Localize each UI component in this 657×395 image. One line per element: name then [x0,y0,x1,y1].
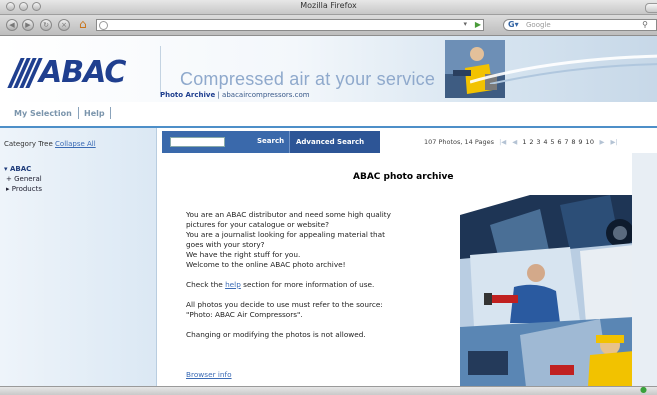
help-link[interactable]: help [225,280,241,289]
browser-info-link[interactable]: Browser info [186,370,232,379]
site-url-label: | abacaircompressors.com [217,91,310,99]
source-paragraph: All photos you decide to use must refer … [186,300,451,320]
page-numbers[interactable]: 1 2 3 4 5 6 7 8 9 10 [522,138,594,146]
tree-item-label: Products [11,185,42,193]
tree-plus-icon[interactable]: + [6,175,12,183]
category-tree: ▾ ABAC + General ▸ Products [4,164,42,194]
main-content: ABAC photo archive You are an ABAC distr… [162,153,634,387]
stop-button[interactable]: × [58,19,70,31]
category-tree-title: Category Tree [4,140,53,148]
modify-paragraph: Changing or modifying the photos is not … [186,330,366,339]
window-title: Mozilla Firefox [300,1,357,10]
photo-collage-icon [460,195,634,387]
content-right-edge [632,153,657,386]
nav-help[interactable]: Help [84,109,105,118]
tree-item-products[interactable]: ▸ Products [4,184,42,194]
prev-page-icon[interactable]: ◀ [512,138,517,146]
header-divider [160,46,161,94]
intro-text: You are an ABAC distributor and need som… [186,210,451,350]
site-nav: My Selection Help [0,102,657,128]
status-icon: ● [640,385,647,394]
last-page-icon[interactable]: ▶| [611,138,618,146]
page-favicon-icon [99,21,108,30]
nav-my-selection[interactable]: My Selection [14,109,72,118]
reload-button[interactable]: ↻ [40,19,52,31]
advanced-search-box: Advanced Search [289,131,380,153]
tree-collapsed-icon[interactable]: ▸ [6,185,10,193]
page-title: ABAC photo archive [353,172,454,182]
nav-divider [78,107,79,119]
browser-toolbar: ◀ ▶ ↻ × ⌂ ▾ ▶ G▾ Google ⚲ [0,15,657,36]
abac-logo[interactable]: ABAC [7,55,126,90]
intro-line: We have the right stuff for you. [186,250,301,259]
source-line: All photos you decide to use must refer … [186,300,383,309]
tree-item-general[interactable]: + General [4,174,42,184]
window-titlebar: Mozilla Firefox [0,0,657,15]
pagination: 107 Photos, 14 Pages |◀ ◀ 1 2 3 4 5 6 7 8… [424,138,621,146]
tree-item-label: General [14,175,42,183]
nav-divider [110,107,111,119]
intro-line: Welcome to the online ABAC photo archive… [186,260,346,269]
forward-button[interactable]: ▶ [22,19,34,31]
help-paragraph: Check the help section for more informat… [186,280,451,290]
header-subtitle: Photo Archive | abacaircompressors.com [160,91,310,99]
header-tagline: Compressed air at your service [180,69,436,89]
site-header: ABAC Compressed air at your service Phot… [0,36,657,102]
go-arrow-icon[interactable]: ▶ [475,20,481,29]
advanced-search-button[interactable]: Advanced Search [296,138,364,146]
google-icon: G▾ [508,20,519,29]
intro-line: You are a journalist looking for appeali… [186,230,385,239]
result-count: 107 Photos, 14 Pages [424,138,494,146]
tree-root-label: ABAC [9,165,32,173]
web-search-field[interactable]: G▾ Google ⚲ [503,19,657,31]
category-tree-header: Category Tree Collapse All [4,140,96,148]
help-text-before: Check the [186,280,226,289]
category-sidebar: Category Tree Collapse All ▾ ABAC + Gene… [0,128,157,386]
tree-root-abac[interactable]: ▾ ABAC [4,164,42,174]
intro-line: goes with your story? [186,240,265,249]
back-button[interactable]: ◀ [6,19,18,31]
search-button[interactable]: Search [257,137,284,145]
home-icon[interactable]: ⌂ [79,18,92,31]
collapse-all-link[interactable]: Collapse All [55,140,96,148]
logo-stripes-icon [7,58,43,88]
source-line: "Photo: ABAC Air Compressors". [186,310,303,319]
intro-line: pictures for your catalogue or website? [186,220,329,229]
web-search-placeholder: Google [526,21,551,29]
intro-line: You are an ABAC distributor and need som… [186,210,391,219]
photo-search-input[interactable] [170,137,225,147]
chevron-down-icon[interactable]: ▾ [463,20,467,28]
photo-archive-label: Photo Archive [160,91,216,99]
toolbar-toggle-button[interactable] [645,3,657,13]
first-page-icon[interactable]: |◀ [499,138,506,146]
header-swoosh-icon [470,54,657,84]
logo-wordmark: ABAC [39,55,126,90]
search-strip: Search Advanced Search 107 Photos, 14 Pa… [162,131,657,153]
address-bar[interactable]: ▾ ▶ [96,19,484,31]
intro-paragraph: You are an ABAC distributor and need som… [186,210,451,270]
search-icon[interactable]: ⚲ [642,20,648,29]
help-text-after: section for more information of use. [240,280,375,289]
next-page-icon[interactable]: ▶ [600,138,605,146]
